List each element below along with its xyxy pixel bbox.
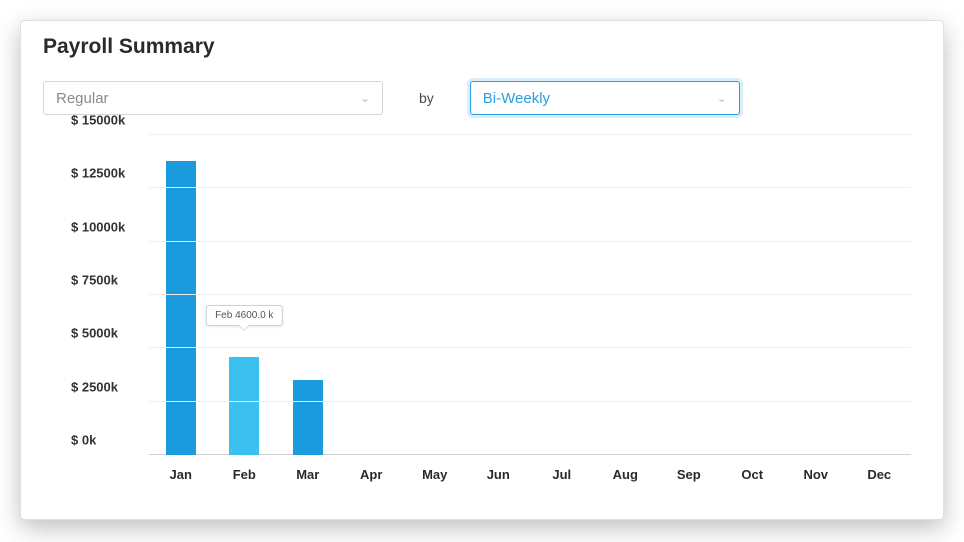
bar-slot [467, 135, 531, 455]
x-tick-label: Nov [784, 461, 848, 485]
bar-slot [784, 135, 848, 455]
type-select[interactable]: Regular ⌄ [43, 81, 383, 115]
y-tick-label: $ 0k [71, 433, 141, 448]
gridline [149, 187, 911, 188]
bar-slot [848, 135, 912, 455]
by-label: by [419, 90, 434, 106]
period-select[interactable]: Bi-Weekly ⌄ [470, 81, 740, 115]
bar-slot [403, 135, 467, 455]
gridline [149, 294, 911, 295]
bar-slot [721, 135, 785, 455]
x-labels: JanFebMarAprMayJunJulAugSepOctNovDec [149, 461, 911, 485]
y-tick-label: $ 7500k [71, 273, 141, 288]
x-tick-label: Oct [721, 461, 785, 485]
bar-slot [594, 135, 658, 455]
bar-jan[interactable] [166, 161, 196, 455]
tooltip: Feb 4600.0 k [206, 305, 282, 326]
x-tick-label: Dec [848, 461, 912, 485]
chevron-down-icon: ⌄ [360, 91, 370, 105]
bars-container: Feb 4600.0 k [149, 135, 911, 455]
page-title: Payroll Summary [43, 35, 921, 59]
bar-slot [149, 135, 213, 455]
payroll-summary-card: Payroll Summary Regular ⌄ by Bi-Weekly ⌄… [20, 20, 944, 520]
y-tick-label: $ 15000k [71, 113, 141, 128]
gridline [149, 401, 911, 402]
bar-slot [340, 135, 404, 455]
x-tick-label: Jan [149, 461, 213, 485]
y-tick-label: $ 5000k [71, 326, 141, 341]
x-tick-label: Apr [340, 461, 404, 485]
plot-area: Feb 4600.0 k [149, 135, 911, 455]
bar-slot [657, 135, 721, 455]
bar-slot [276, 135, 340, 455]
x-tick-label: Aug [594, 461, 658, 485]
gridline [149, 134, 911, 135]
y-tick-label: $ 12500k [71, 166, 141, 181]
y-tick-label: $ 2500k [71, 379, 141, 394]
y-tick-label: $ 10000k [71, 219, 141, 234]
bar-mar[interactable] [293, 380, 323, 455]
gridline [149, 347, 911, 348]
bar-feb[interactable] [229, 357, 259, 455]
x-tick-label: Jul [530, 461, 594, 485]
x-tick-label: Jun [467, 461, 531, 485]
bar-slot [530, 135, 594, 455]
gridline [149, 241, 911, 242]
x-tick-label: Feb [213, 461, 277, 485]
chevron-down-icon: ⌄ [717, 91, 727, 105]
period-select-value: Bi-Weekly [483, 90, 550, 107]
x-tick-label: May [403, 461, 467, 485]
type-select-value: Regular [56, 90, 109, 107]
controls-row: Regular ⌄ by Bi-Weekly ⌄ [43, 81, 921, 115]
x-tick-label: Sep [657, 461, 721, 485]
x-tick-label: Mar [276, 461, 340, 485]
bar-slot: Feb 4600.0 k [213, 135, 277, 455]
bar-chart: Feb 4600.0 k JanFebMarAprMayJunJulAugSep… [71, 135, 921, 485]
